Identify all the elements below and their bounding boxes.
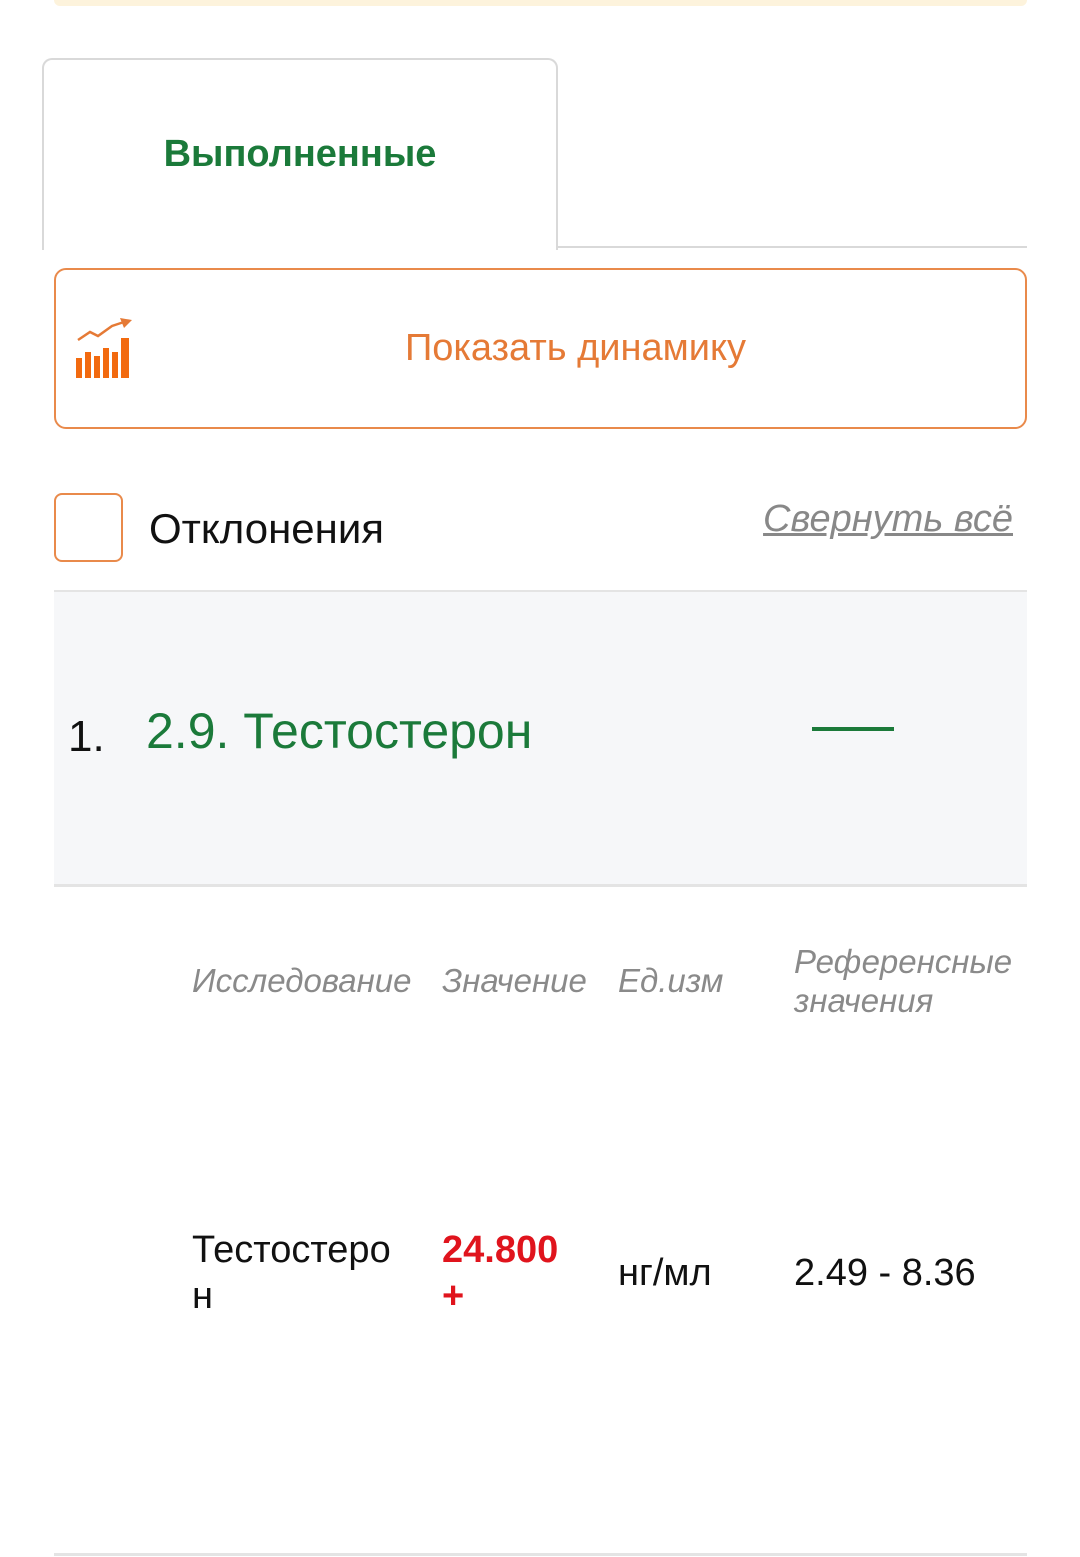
lab-results-page: Выполненные Показать динамику Отклонения… <box>0 0 1080 1557</box>
test-group-header[interactable]: 1. 2.9. Тестостерон <box>54 592 1027 884</box>
column-header-unit: Ед.изм <box>618 962 724 999</box>
top-banner <box>54 0 1027 6</box>
tab-completed[interactable]: Выполненные <box>42 58 558 250</box>
result-reference: 2.49 - 8.36 <box>794 1252 976 1294</box>
divider <box>54 884 1027 887</box>
result-value: 24.800 + <box>442 1229 559 1317</box>
tab-bar: Выполненные <box>42 58 1027 250</box>
minus-icon[interactable] <box>812 727 894 731</box>
deviations-label: Отклонения <box>149 505 385 552</box>
deviations-checkbox[interactable] <box>54 493 123 562</box>
divider <box>54 1553 1027 1556</box>
collapse-all-link[interactable]: Свернуть всё <box>763 498 1013 541</box>
result-unit: нг/мл <box>618 1252 712 1294</box>
column-header-study: Исследование <box>192 962 412 999</box>
column-header-value: Значение <box>442 962 587 999</box>
show-dynamics-button[interactable]: Показать динамику <box>54 268 1027 429</box>
result-name: Тестостерон <box>192 1229 391 1317</box>
tab-completed-label: Выполненные <box>163 132 437 175</box>
group-title: 2.9. Тестостерон <box>146 703 533 759</box>
tab-underline <box>556 246 1027 248</box>
group-number: 1. <box>68 712 105 761</box>
show-dynamics-label: Показать динамику <box>404 327 747 369</box>
column-header-reference: Референсные значения <box>794 943 1013 1019</box>
